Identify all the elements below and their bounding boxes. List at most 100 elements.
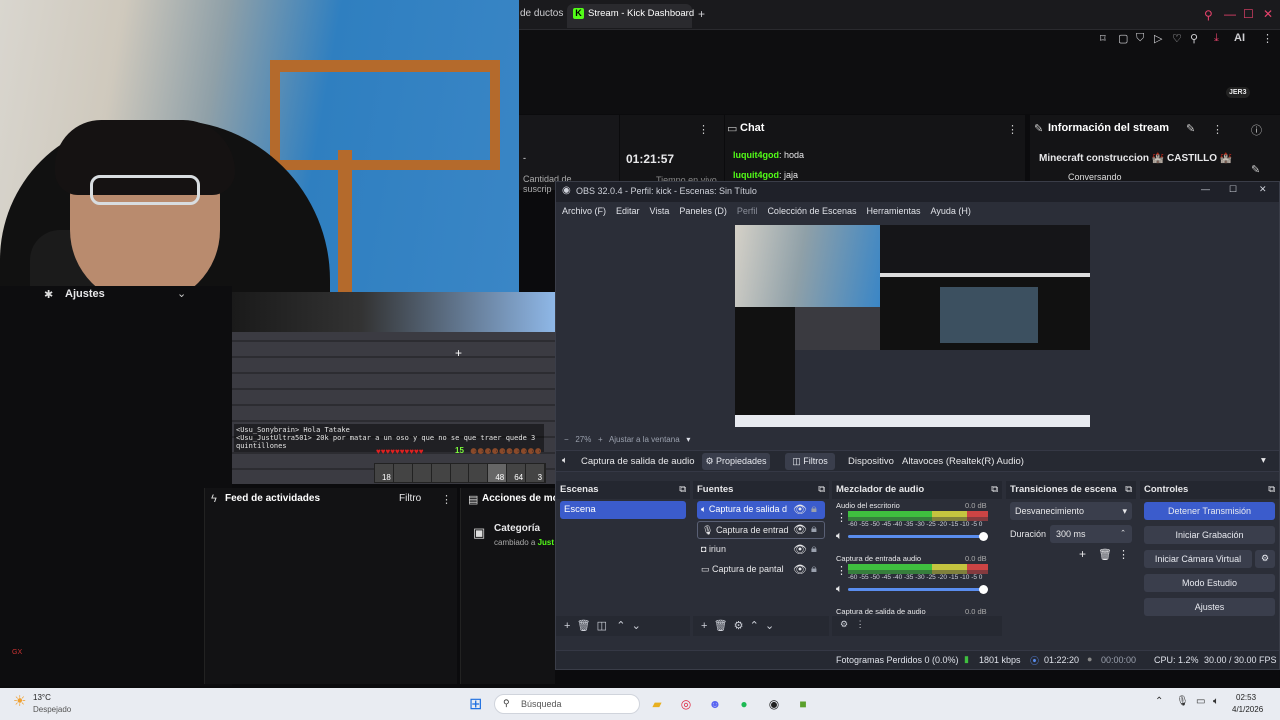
zoom-mode[interactable]: Ajustar a la ventana (609, 435, 680, 444)
weather-desc[interactable]: Despejado (33, 705, 71, 714)
account-badge[interactable]: JER3 (1226, 87, 1250, 98)
filter-icon[interactable]: ◫ (597, 620, 607, 632)
menu-profile[interactable]: Perfil (737, 206, 758, 220)
up-icon[interactable]: ⌃ (616, 620, 625, 632)
speaker-icon[interactable]: 🔈︎ (836, 530, 843, 543)
file-explorer-icon[interactable]: ▰ (647, 694, 667, 714)
transition-select[interactable]: Desvanecimiento ▾ (1010, 502, 1132, 520)
filters-button[interactable]: ◫ Filtros (785, 453, 835, 470)
volume-knob[interactable] (979, 532, 988, 541)
minimize-icon[interactable]: — (1224, 7, 1236, 21)
volume-icon[interactable]: 🔈︎ (1213, 696, 1219, 707)
duration-input[interactable]: 300 ms ⌃ (1050, 525, 1132, 543)
lock-icon[interactable]: 🔒︎ (811, 543, 817, 556)
category-user[interactable]: Just (538, 538, 554, 547)
feed-menu-icon[interactable]: ⋮ (441, 493, 452, 506)
volume-slider[interactable] (848, 588, 986, 591)
channel-menu-icon[interactable]: ⋮ (836, 564, 847, 577)
gear-icon[interactable]: ⚙ (734, 620, 744, 632)
clock-date[interactable]: 4/1/2026 (1232, 705, 1263, 714)
zoom-minus-icon[interactable]: − (564, 435, 569, 444)
lock-icon[interactable]: 🔒︎ (811, 563, 817, 576)
spotify-icon[interactable]: ● (734, 694, 754, 714)
properties-button[interactable]: ⚙ Propiedades (702, 453, 770, 470)
menu-icon[interactable]: ⋮ (1118, 548, 1129, 561)
windows-start-icon[interactable]: ⊞ (469, 694, 482, 714)
tray-chevron-icon[interactable]: ⌃ (1155, 696, 1163, 707)
start-recording-button[interactable]: Iniciar Grabación (1144, 526, 1275, 544)
channel-menu-icon[interactable]: ⋮ (836, 511, 847, 524)
virtual-camera-button[interactable]: Iniciar Cámara Virtual (1144, 550, 1252, 568)
lock-icon[interactable]: 🔒︎ (811, 523, 817, 536)
gear-icon[interactable]: ⚙ (840, 619, 848, 629)
download-icon[interactable]: ⤓ (1214, 32, 1219, 45)
chat-username[interactable]: luquit4god (733, 170, 779, 180)
shield-icon[interactable]: ⛉ (1136, 32, 1144, 45)
trash-icon[interactable]: 🗑︎ (577, 620, 591, 632)
eye-icon[interactable]: 👁︎ (793, 563, 807, 576)
play-icon[interactable]: ▷ (1154, 32, 1162, 45)
info-icon[interactable]: ⓘ (1251, 122, 1262, 138)
stop-stream-button[interactable]: Detener Transmisión (1144, 502, 1275, 520)
menu-icon[interactable]: ⋮ (856, 619, 865, 629)
dock-undock-icon[interactable]: ⧉ (1125, 484, 1132, 495)
new-tab-button[interactable]: + (698, 7, 705, 21)
network-icon[interactable]: ▭ (1196, 696, 1205, 707)
down-icon[interactable]: ⌄ (632, 620, 641, 632)
ai-icon[interactable]: AI (1234, 32, 1245, 44)
obs-close-icon[interactable]: ✕ (1259, 184, 1267, 195)
add-icon[interactable]: + (701, 620, 707, 632)
lock-icon[interactable]: 🔒︎ (811, 503, 817, 516)
virtual-camera-settings-icon[interactable]: ⚙ (1255, 550, 1275, 568)
dock-undock-icon[interactable]: ⧉ (818, 484, 825, 495)
maximize-icon[interactable]: ☐ (1243, 7, 1254, 21)
menu-tools[interactable]: Herramientas (867, 206, 921, 220)
microphone-icon[interactable]: 🎙︎ (1176, 696, 1189, 707)
opera-icon[interactable]: ◎ (676, 694, 696, 714)
feed-filter[interactable]: Filtro (399, 493, 421, 504)
obs-minimize-icon[interactable]: — (1201, 184, 1210, 194)
scene-item[interactable]: Escena (560, 501, 686, 519)
dock-undock-icon[interactable]: ⧉ (991, 484, 998, 495)
dock-undock-icon[interactable]: ⧉ (1268, 484, 1275, 495)
trash-icon[interactable]: 🗑︎ (714, 620, 728, 632)
edit-icon[interactable]: ✎ (1186, 122, 1195, 135)
pin-icon[interactable]: ⚲ (1190, 32, 1198, 45)
discord-icon[interactable]: ☻ (705, 694, 725, 714)
bookmark-icon[interactable]: ⌑ (1100, 32, 1106, 45)
up-icon[interactable]: ⌃ (750, 620, 759, 632)
add-icon[interactable]: + (564, 620, 570, 632)
volume-slider[interactable] (848, 535, 986, 538)
obs-preview[interactable] (735, 225, 1090, 427)
info-menu-icon[interactable]: ⋮ (1212, 123, 1223, 136)
weather-temp[interactable]: 13°C (33, 693, 51, 702)
chat-menu-icon[interactable]: ⋮ (1007, 123, 1018, 136)
minecraft-icon[interactable]: ■ (793, 694, 813, 714)
studio-mode-button[interactable]: Modo Estudio (1144, 574, 1275, 592)
taskbar-search[interactable]: ⚲ Búsqueda (494, 694, 640, 714)
zoom-dropdown-icon[interactable]: ▾ (686, 435, 690, 444)
trash-icon[interactable]: 🗑︎ (1098, 548, 1112, 561)
settings-label[interactable]: Ajustes (65, 288, 105, 300)
chevron-down-icon[interactable]: ⌄ (177, 287, 186, 300)
weather-icon[interactable]: ☀ (13, 692, 26, 710)
speaker-icon[interactable]: 🔈︎ (836, 583, 843, 596)
obs-taskbar-icon[interactable]: ◉ (764, 694, 784, 714)
reader-icon[interactable]: ▢ (1118, 32, 1128, 45)
tab-active[interactable]: K Stream - Kick Dashboard (567, 4, 694, 28)
eye-icon[interactable]: 👁︎ (793, 543, 807, 556)
volume-knob[interactable] (979, 585, 988, 594)
settings-button[interactable]: Ajustes (1144, 598, 1275, 616)
menu-view[interactable]: Vista (650, 206, 670, 220)
menu-file[interactable]: Archivo (F) (562, 206, 606, 220)
menu-docks[interactable]: Paneles (D) (679, 206, 727, 220)
clock-time[interactable]: 02:53 (1236, 693, 1256, 702)
menu-icon[interactable]: ⋮ (1262, 32, 1273, 45)
spinner-icon[interactable]: ⌃ (1120, 529, 1126, 537)
search-icon[interactable]: ⚲ (1204, 8, 1213, 22)
down-icon[interactable]: ⌄ (765, 620, 774, 632)
add-icon[interactable]: + (1079, 547, 1086, 561)
eye-icon[interactable]: 👁︎ (793, 523, 807, 536)
timer-menu-icon[interactable]: ⋮ (698, 123, 709, 136)
menu-edit[interactable]: Editar (616, 206, 640, 220)
